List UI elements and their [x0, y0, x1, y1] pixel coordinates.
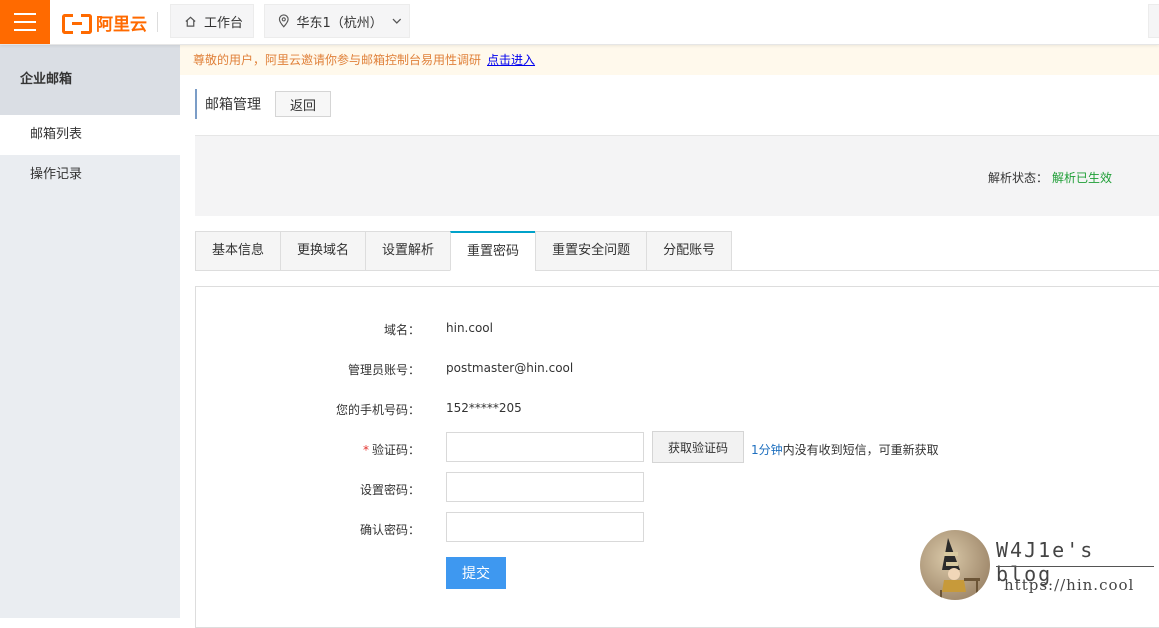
- divider: [705, 270, 1159, 271]
- workbench-label: 工作台: [204, 15, 244, 31]
- region-selector[interactable]: 华东1（杭州）: [264, 4, 410, 38]
- divider: [996, 566, 1154, 567]
- tab-basic-info[interactable]: 基本信息: [195, 231, 281, 271]
- watermark-avatar: [920, 530, 990, 600]
- tab-set-resolution[interactable]: 设置解析: [365, 231, 451, 271]
- tab-assign-account[interactable]: 分配账号: [646, 231, 733, 271]
- menu-icon[interactable]: [0, 0, 50, 44]
- tab-reset-security-question[interactable]: 重置安全问题: [535, 231, 647, 271]
- submit-button[interactable]: 提交: [446, 557, 506, 589]
- code-hint-text: 内没有收到短信，可重新获取: [782, 443, 939, 457]
- blog-watermark: W4J1e's blog https://hin.cool: [920, 530, 1159, 602]
- verification-code-label: * 验证码：: [196, 441, 420, 458]
- status-value: 解析已生效: [1052, 171, 1113, 185]
- confirm-password-input[interactable]: [446, 512, 644, 542]
- status-label: 解析状态：: [988, 171, 1049, 185]
- domain-label: 域名：: [383, 323, 420, 337]
- notice-message: 尊敬的用户，阿里云邀请你参与邮箱控制台易用性调研: [193, 53, 482, 67]
- notice-banner: 尊敬的用户，阿里云邀请你参与邮箱控制台易用性调研 点击进入: [180, 45, 1159, 75]
- admin-account-label: 管理员账号：: [347, 363, 420, 377]
- divider: [157, 12, 158, 32]
- code-hint-time: 1分钟: [751, 443, 783, 457]
- back-button[interactable]: 返回: [275, 91, 331, 117]
- watermark-url: https://hin.cool: [1004, 576, 1135, 594]
- sidebar-item-operation-log[interactable]: 操作记录: [0, 155, 180, 195]
- top-right-button[interactable]: [1148, 4, 1159, 38]
- code-hint: 1分钟内没有收到短信，可重新获取: [751, 441, 939, 458]
- page-title: 邮箱管理: [205, 97, 261, 113]
- top-bar: 阿里云 工作台 华东1（杭州）: [0, 0, 1159, 45]
- verification-code-label-text: 验证码：: [371, 443, 420, 457]
- admin-account-value: postmaster@hin.cool: [446, 361, 574, 375]
- tab-change-domain[interactable]: 更换域名: [280, 231, 366, 271]
- logo-text: 阿里云: [96, 14, 147, 35]
- aliyun-logo[interactable]: 阿里云: [62, 10, 147, 35]
- workbench-button[interactable]: 工作台: [170, 4, 254, 38]
- phone-value: 152*****205: [446, 401, 522, 415]
- tab-reset-password[interactable]: 重置密码: [450, 231, 536, 271]
- page-header: 邮箱管理 返回: [195, 89, 331, 119]
- region-label: 华东1（杭州）: [296, 15, 383, 31]
- sidebar: 企业邮箱 邮箱列表 操作记录: [0, 45, 180, 618]
- phone-label: 您的手机号码：: [335, 403, 420, 417]
- sidebar-item-mailbox-list[interactable]: 邮箱列表: [0, 115, 180, 155]
- set-password-label: 设置密码：: [359, 483, 420, 497]
- domain-value: hin.cool: [446, 321, 493, 335]
- confirm-password-label: 确认密码：: [359, 523, 420, 537]
- avatar-illustration-icon: [940, 538, 980, 598]
- verification-code-input[interactable]: [446, 432, 644, 462]
- home-icon: [185, 16, 196, 27]
- get-code-button[interactable]: 获取验证码: [652, 431, 744, 463]
- tab-bar: 基本信息 更换域名 设置解析 重置密码 重置安全问题 分配账号: [195, 231, 733, 271]
- set-password-input[interactable]: [446, 472, 644, 502]
- status-panel: 解析状态： 解析已生效: [195, 135, 1159, 216]
- required-mark: *: [362, 443, 369, 457]
- aliyun-logo-icon: [62, 12, 92, 34]
- location-pin-icon: [278, 14, 289, 28]
- sidebar-title: 企业邮箱: [0, 45, 180, 115]
- notice-link[interactable]: 点击进入: [487, 53, 535, 67]
- chevron-down-icon: [392, 18, 402, 24]
